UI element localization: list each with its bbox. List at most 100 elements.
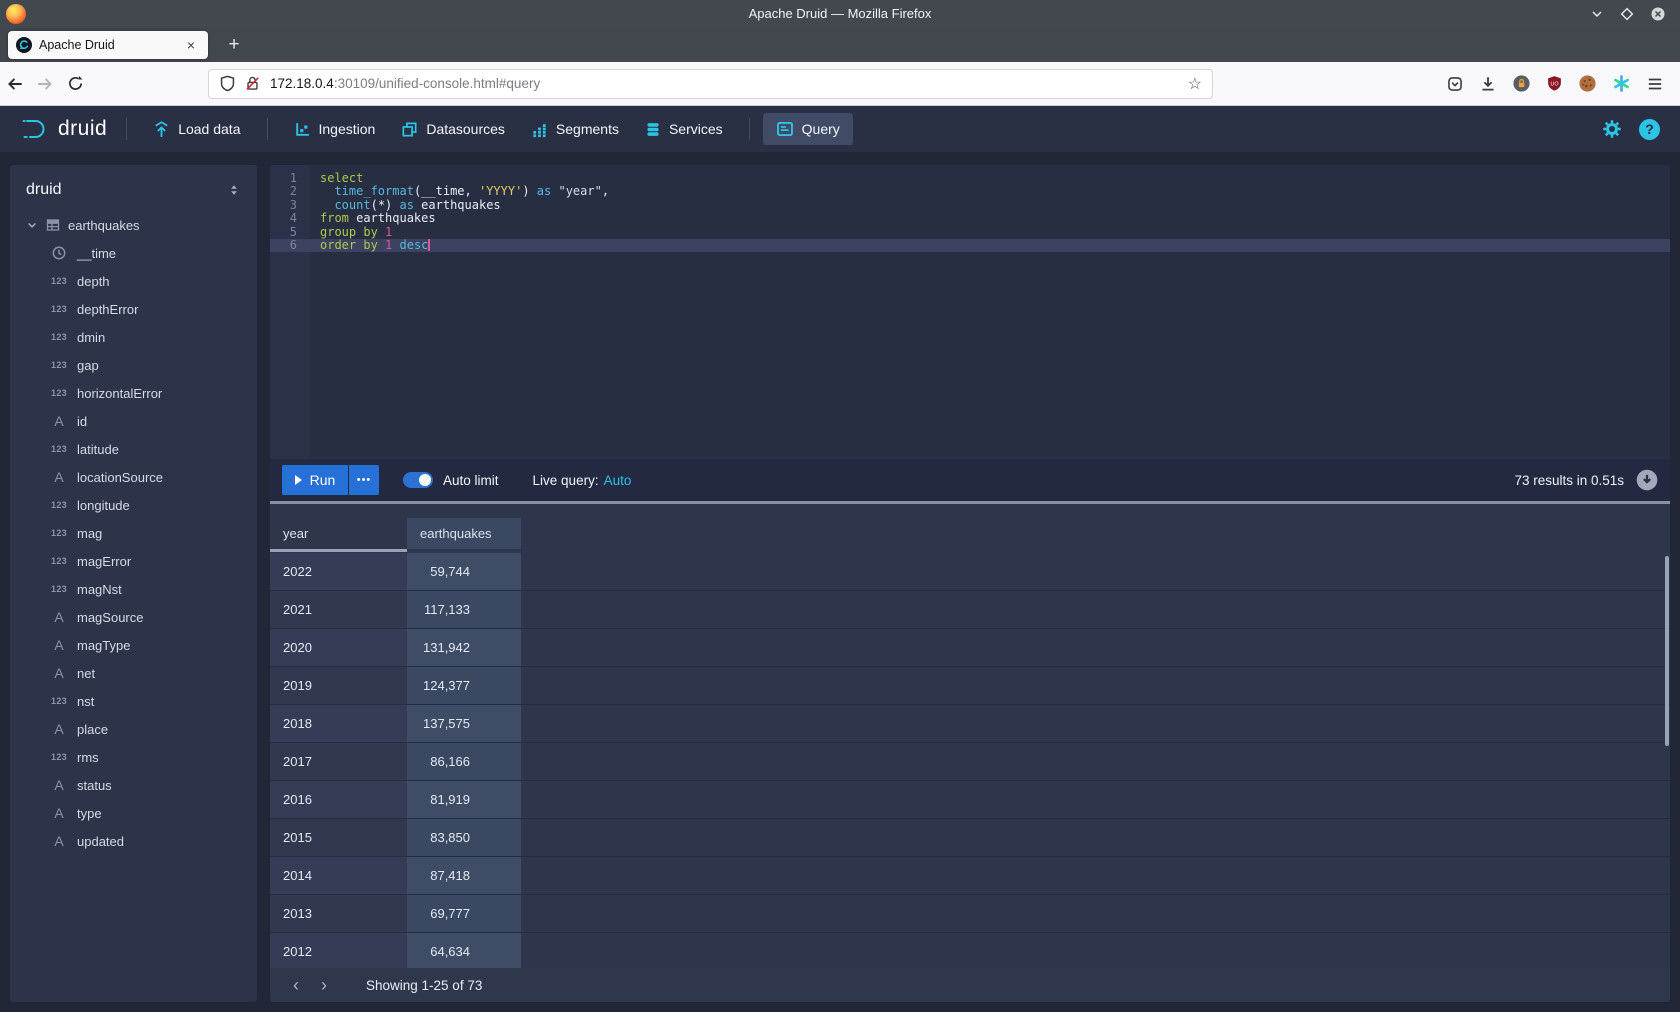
sidebar-column-nst[interactable]: 123nst — [10, 687, 257, 715]
code-text: order by 1 desc — [310, 239, 430, 252]
window-close-icon[interactable] — [1650, 6, 1666, 22]
sidebar-column-dmin[interactable]: 123dmin — [10, 323, 257, 351]
pocket-icon[interactable] — [1446, 75, 1464, 93]
auto-limit-toggle[interactable] — [403, 472, 433, 488]
run-button[interactable]: Run — [282, 465, 348, 495]
privacy-extension-icon[interactable] — [1512, 74, 1531, 93]
cookie-extension-icon[interactable] — [1578, 74, 1597, 93]
cell-earthquakes[interactable]: 81,919 — [407, 781, 521, 818]
sidebar-column-depthError[interactable]: 123depthError — [10, 295, 257, 323]
cell-year[interactable]: 2020 — [270, 629, 407, 666]
sidebar-column-net[interactable]: Anet — [10, 659, 257, 687]
sidebar-column-status[interactable]: Astatus — [10, 771, 257, 799]
editor-line-2[interactable]: 2 time_format(__time, 'YYYY') as "year", — [270, 185, 1670, 198]
sidebar-column-rms[interactable]: 123rms — [10, 743, 257, 771]
cell-earthquakes[interactable]: 131,942 — [407, 629, 521, 666]
window-minimize-icon[interactable] — [1590, 6, 1604, 22]
browser-tab[interactable]: Apache Druid × — [8, 31, 208, 59]
live-query-selector[interactable]: Live query: Auto — [533, 473, 632, 488]
cell-year[interactable]: 2016 — [270, 781, 407, 818]
cell-earthquakes[interactable]: 69,777 — [407, 895, 521, 932]
forward-icon[interactable] — [30, 75, 60, 93]
sql-editor[interactable]: 1select2 time_format(__time, 'YYYY') as … — [270, 165, 1670, 459]
sidebar-column-updated[interactable]: Aupdated — [10, 827, 257, 855]
cell-year[interactable]: 2013 — [270, 895, 407, 932]
cell-earthquakes[interactable]: 59,744 — [407, 553, 521, 590]
downloads-icon[interactable] — [1479, 75, 1497, 93]
cell-earthquakes[interactable]: 117,133 — [407, 591, 521, 628]
cell-earthquakes[interactable]: 124,377 — [407, 667, 521, 704]
nav-item-query[interactable]: Query — [763, 113, 853, 145]
horizontal-scrollbar-thumb[interactable] — [270, 549, 407, 552]
sidebar-column-type[interactable]: Atype — [10, 799, 257, 827]
sidebar-column-longitude[interactable]: 123longitude — [10, 491, 257, 519]
tab-close-icon[interactable]: × — [182, 37, 200, 53]
sidebar-column-__time[interactable]: __time — [10, 239, 257, 267]
window-maximize-icon[interactable] — [1620, 6, 1634, 22]
previous-page-icon[interactable]: ‹ — [282, 971, 310, 999]
cell-earthquakes[interactable]: 64,634 — [407, 933, 521, 968]
cell-earthquakes[interactable]: 87,418 — [407, 857, 521, 894]
sidebar-column-magError[interactable]: 123magError — [10, 547, 257, 575]
sort-icon[interactable] — [227, 183, 241, 197]
back-icon[interactable] — [0, 75, 30, 93]
help-icon[interactable]: ? — [1639, 119, 1660, 140]
editor-line-6[interactable]: 6order by 1 desc — [270, 239, 1670, 252]
column-name: rms — [77, 750, 99, 765]
schema-sidebar: druid earthquakes __time123depth123depth… — [10, 165, 257, 1002]
editor-line-1[interactable]: 1select — [270, 172, 1670, 185]
cell-earthquakes[interactable]: 137,575 — [407, 705, 521, 742]
sidebar-column-id[interactable]: Aid — [10, 407, 257, 435]
cell-earthquakes[interactable]: 83,850 — [407, 819, 521, 856]
settings-gear-icon[interactable] — [1602, 119, 1622, 139]
theme-extension-icon[interactable] — [1612, 74, 1631, 93]
editor-line-5[interactable]: 5group by 1 — [270, 226, 1670, 239]
url-bar[interactable]: 172.18.0.4:30109/unified-console.html#qu… — [208, 69, 1213, 99]
vertical-scrollbar-thumb[interactable] — [1665, 556, 1669, 746]
cell-year[interactable]: 2015 — [270, 819, 407, 856]
chevron-down-icon[interactable] — [26, 219, 38, 231]
table-row: 2019124,377 — [270, 667, 1670, 705]
cell-year[interactable]: 2018 — [270, 705, 407, 742]
sidebar-column-gap[interactable]: 123gap — [10, 351, 257, 379]
sidebar-column-depth[interactable]: 123depth — [10, 267, 257, 295]
menu-icon[interactable] — [1646, 75, 1664, 93]
cell-year[interactable]: 2017 — [270, 743, 407, 780]
run-more-button[interactable]: ••• — [349, 465, 379, 495]
pagination-bar: ‹ › Showing 1-25 of 73 — [270, 968, 1670, 1002]
reload-icon[interactable] — [60, 75, 90, 92]
new-tab-button[interactable]: + — [222, 34, 246, 56]
nav-item-segments[interactable]: Segments — [518, 114, 632, 145]
column-header-year[interactable]: year — [270, 518, 407, 549]
nav-item-services[interactable]: Services — [632, 114, 736, 145]
cell-earthquakes[interactable]: 86,166 — [407, 743, 521, 780]
druid-logo[interactable]: druid — [14, 116, 113, 142]
nav-item-datasources[interactable]: Datasources — [388, 114, 518, 145]
sidebar-column-mag[interactable]: 123mag — [10, 519, 257, 547]
cell-year[interactable]: 2022 — [270, 553, 407, 590]
ublock-icon[interactable]: UO — [1546, 75, 1563, 92]
next-page-icon[interactable]: › — [310, 971, 338, 999]
pagination-label: Showing 1-25 of 73 — [366, 978, 482, 993]
download-results-icon[interactable] — [1636, 469, 1658, 491]
cell-year[interactable]: 2014 — [270, 857, 407, 894]
editor-line-4[interactable]: 4from earthquakes — [270, 212, 1670, 225]
column-header-earthquakes[interactable]: earthquakes — [407, 518, 521, 549]
cell-year[interactable]: 2012 — [270, 933, 407, 968]
nav-item-load-data[interactable]: Load data — [140, 114, 253, 145]
sidebar-column-magSource[interactable]: AmagSource — [10, 603, 257, 631]
sidebar-column-latitude[interactable]: 123latitude — [10, 435, 257, 463]
sidebar-column-place[interactable]: Aplace — [10, 715, 257, 743]
cell-year[interactable]: 2021 — [270, 591, 407, 628]
sidebar-column-locationSource[interactable]: AlocationSource — [10, 463, 257, 491]
editor-line-3[interactable]: 3 count(*) as earthquakes — [270, 199, 1670, 212]
sidebar-table-earthquakes[interactable]: earthquakes — [10, 211, 257, 239]
nav-item-ingestion[interactable]: Ingestion — [281, 114, 389, 145]
sidebar-column-horizontalError[interactable]: 123horizontalError — [10, 379, 257, 407]
cell-year[interactable]: 2019 — [270, 667, 407, 704]
bookmark-star-icon[interactable]: ☆ — [1188, 74, 1202, 94]
sidebar-column-magNst[interactable]: 123magNst — [10, 575, 257, 603]
shield-icon[interactable] — [219, 75, 236, 92]
sidebar-column-magType[interactable]: AmagType — [10, 631, 257, 659]
lock-insecure-icon[interactable] — [244, 75, 261, 92]
